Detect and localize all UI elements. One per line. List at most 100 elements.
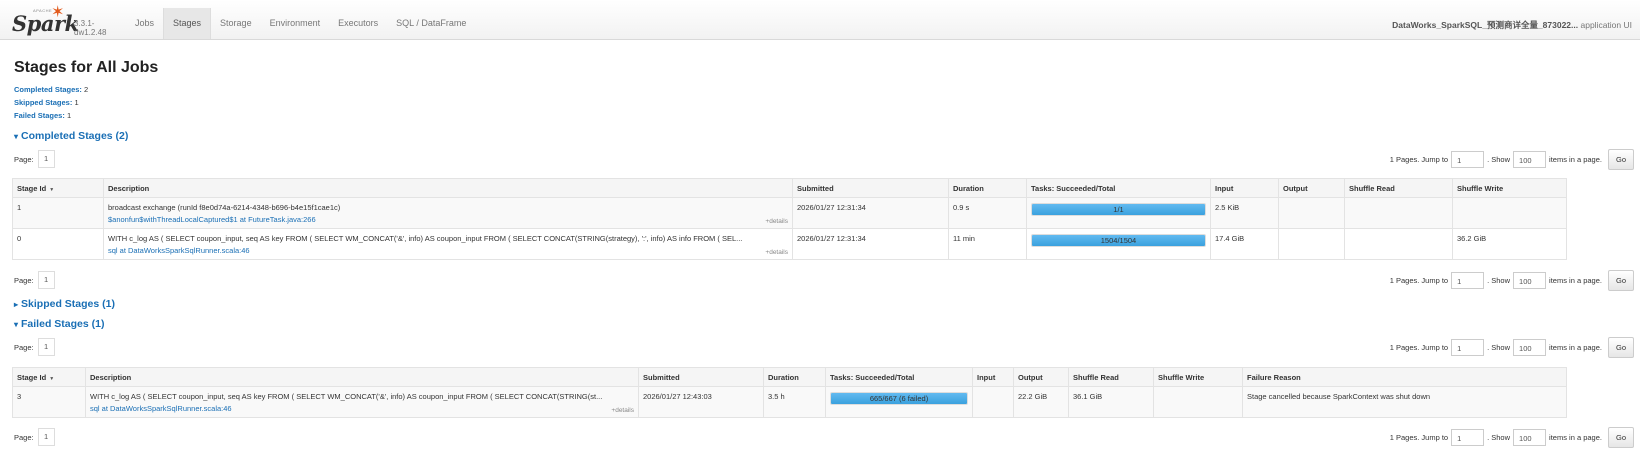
col-shuffle-write[interactable]: Shuffle Write	[1452, 178, 1567, 198]
summary-value: 1	[74, 98, 79, 107]
page-number-link[interactable]: 1	[37, 271, 55, 289]
pages-text: 1 Pages. Jump to	[1389, 276, 1449, 285]
failed-stages-toggle[interactable]: ▾ Failed Stages (1)	[14, 318, 104, 330]
output-value: 22.2 GiB	[1018, 392, 1048, 401]
col-input[interactable]: Input	[1210, 178, 1279, 198]
stage-id-cell: 3	[12, 386, 86, 418]
table-row: 0 WITH c_log AS ( SELECT coupon_input, s…	[12, 228, 1567, 260]
summary-label: Failed Stages:	[14, 111, 65, 120]
description-cell: broadcast exchange (runId f8e0d74a-6214-…	[103, 197, 793, 229]
col-tasks[interactable]: Tasks: Succeeded/Total	[825, 367, 973, 387]
shuffle-write-cell	[1452, 197, 1567, 229]
col-description[interactable]: Description	[85, 367, 639, 387]
col-stage-id[interactable]: Stage Id ▼	[12, 367, 86, 387]
pager-top-completed: Page: 1	[14, 150, 55, 168]
triangle-down-icon: ▾	[14, 320, 19, 329]
col-tasks[interactable]: Tasks: Succeeded/Total	[1026, 178, 1211, 198]
col-stage-id[interactable]: Stage Id ▼	[12, 178, 104, 198]
jump-to-input[interactable]: 1	[1451, 151, 1485, 168]
details-toggle[interactable]: +details	[765, 249, 788, 256]
page-size-input[interactable]: 100	[1513, 429, 1547, 446]
col-output[interactable]: Output	[1013, 367, 1069, 387]
tab-executors[interactable]: Executors	[329, 8, 387, 39]
shuffle-write-value: 36.2 GiB	[1457, 234, 1487, 243]
failed-stages-heading: Failed Stages (1)	[21, 318, 105, 330]
show-text: . Show	[1487, 276, 1511, 285]
pages-text: 1 Pages. Jump to	[1389, 433, 1449, 442]
spark-logo[interactable]: APACHE Spark ✶ 3.3.1-dw1.2.48	[12, 4, 122, 37]
stage-id-cell: 0	[12, 228, 104, 260]
page-size-input[interactable]: 100	[1513, 339, 1547, 356]
summary-value: 1	[66, 111, 72, 120]
skipped-stages-toggle[interactable]: ▸ Skipped Stages (1)	[14, 298, 115, 310]
tasks-cell: 1504/1504	[1026, 228, 1211, 260]
stage-id: 1	[17, 203, 22, 212]
summary-completed[interactable]: Completed Stages: 2	[14, 85, 88, 94]
app-name-suffix: application UI	[1578, 20, 1632, 30]
summary-failed[interactable]: Failed Stages: 1	[14, 111, 71, 120]
submitted-cell: 2026/01/27 12:31:34	[792, 228, 949, 260]
duration-cell: 3.5 h	[763, 386, 826, 418]
tab-jobs[interactable]: Jobs	[126, 8, 163, 39]
col-submitted[interactable]: Submitted	[792, 178, 949, 198]
col-shuffle-write[interactable]: Shuffle Write	[1153, 367, 1243, 387]
go-button[interactable]: Go	[1607, 149, 1634, 170]
duration-cell: 0.9 s	[948, 197, 1027, 229]
duration-value: 0.9 s	[953, 203, 970, 212]
tab-environment[interactable]: Environment	[261, 8, 330, 39]
stage-detail-link[interactable]: $anonfun$withThreadLocalCaptured$1 at Fu…	[108, 215, 316, 224]
sort-desc-icon: ▼	[49, 375, 55, 382]
stage-description: broadcast exchange (runId f8e0d74a-6214-…	[108, 203, 341, 212]
page-label: Page:	[14, 432, 34, 442]
details-toggle[interactable]: +details	[611, 407, 634, 414]
pager-controls-failed-top: 1 Pages. Jump to 1 . Show 100 items in a…	[1390, 337, 1634, 358]
items-text: items in a page.	[1549, 276, 1602, 285]
page-title: Stages for All Jobs	[14, 59, 159, 76]
col-failure-reason[interactable]: Failure Reason	[1242, 367, 1567, 387]
tab-sql-dataframe[interactable]: SQL / DataFrame	[387, 8, 475, 39]
input-value: 17.4 GiB	[1215, 234, 1245, 243]
page-number-link[interactable]: 1	[37, 428, 55, 446]
col-duration[interactable]: Duration	[763, 367, 826, 387]
stage-id: 3	[17, 392, 22, 401]
completed-stages-toggle[interactable]: ▾ Completed Stages (2)	[14, 130, 128, 142]
go-button[interactable]: Go	[1607, 270, 1634, 291]
col-description[interactable]: Description	[103, 178, 793, 198]
jump-to-input[interactable]: 1	[1451, 429, 1485, 446]
completed-stages-table: Stage Id ▼ Description Submitted Duration…	[12, 178, 1567, 260]
col-input[interactable]: Input	[972, 367, 1014, 387]
go-button[interactable]: Go	[1607, 427, 1634, 448]
shuffle-read-cell	[1344, 197, 1453, 229]
col-submitted[interactable]: Submitted	[638, 367, 764, 387]
sort-desc-icon: ▼	[49, 186, 55, 193]
spark-version: 3.3.1-dw1.2.48	[74, 19, 107, 37]
col-shuffle-read[interactable]: Shuffle Read	[1344, 178, 1453, 198]
show-text: . Show	[1487, 343, 1511, 352]
tab-storage[interactable]: Storage	[211, 8, 261, 39]
description-cell: WITH c_log AS ( SELECT coupon_input, seq…	[103, 228, 793, 260]
stage-detail-link[interactable]: sql at DataWorksSparkSqlRunner.scala:46	[108, 246, 250, 255]
col-shuffle-read[interactable]: Shuffle Read	[1068, 367, 1154, 387]
stage-detail-link[interactable]: sql at DataWorksSparkSqlRunner.scala:46	[90, 404, 232, 413]
jump-to-input[interactable]: 1	[1451, 272, 1485, 289]
page-size-input[interactable]: 100	[1513, 272, 1547, 289]
jump-to-input[interactable]: 1	[1451, 339, 1485, 356]
details-toggle[interactable]: +details	[765, 218, 788, 225]
app-name-text: DataWorks_SparkSQL_预测商详全量_873022...	[1392, 20, 1579, 30]
summary-skipped[interactable]: Skipped Stages: 1	[14, 98, 79, 107]
page-size-input[interactable]: 100	[1513, 151, 1547, 168]
duration-value: 3.5 h	[768, 392, 785, 401]
failed-stages-table: Stage Id ▼ Description Submitted Duration…	[12, 367, 1567, 418]
col-duration[interactable]: Duration	[948, 178, 1027, 198]
page-number-link[interactable]: 1	[37, 338, 55, 356]
tab-stages[interactable]: Stages	[163, 8, 212, 39]
stage-description: WITH c_log AS ( SELECT coupon_input, seq…	[108, 234, 743, 243]
pager-bottom-completed: Page: 1	[14, 271, 55, 289]
items-text: items in a page.	[1549, 155, 1602, 164]
page-number-link[interactable]: 1	[37, 150, 55, 168]
progress-text: 665/667 (6 failed)	[869, 394, 929, 403]
input-value: 2.5 KiB	[1215, 203, 1240, 212]
go-button[interactable]: Go	[1607, 337, 1634, 358]
col-output[interactable]: Output	[1278, 178, 1345, 198]
table-row: 3 WITH c_log AS ( SELECT coupon_input, s…	[12, 386, 1567, 418]
